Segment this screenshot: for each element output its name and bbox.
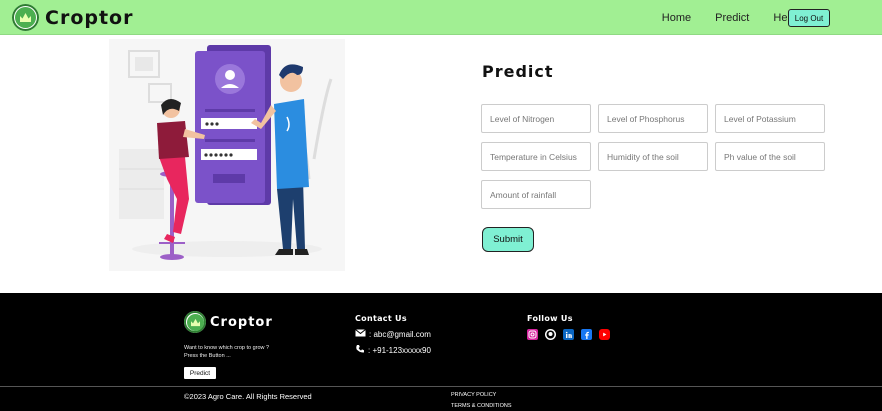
phosphorus-input[interactable]: Level of Phosphorus	[598, 104, 708, 133]
instagram-icon[interactable]	[527, 329, 538, 340]
footer-brand: Croptor	[184, 311, 273, 333]
nav-home-link[interactable]: Home	[662, 12, 691, 24]
facebook-icon[interactable]	[581, 329, 592, 340]
footer-predict-button[interactable]: Predict	[184, 367, 216, 379]
login-illustration	[109, 39, 345, 271]
footer-brand-name: Croptor	[210, 314, 273, 330]
contact-email-text: : abc@gmail.com	[369, 329, 431, 339]
envelope-icon	[355, 329, 366, 339]
contact-heading: Contact Us	[355, 314, 407, 323]
brand[interactable]: Croptor	[12, 4, 133, 31]
leaf-logo-icon	[184, 311, 206, 333]
footer-tagline: Want to know which crop to grow ? Press …	[184, 344, 269, 360]
footer: Croptor Want to know which crop to grow …	[0, 293, 882, 411]
nitrogen-input[interactable]: Level of Nitrogen	[481, 104, 591, 133]
github-icon[interactable]	[545, 329, 556, 340]
footer-tagline-line-1: Want to know which crop to grow ?	[184, 345, 270, 351]
ph-input[interactable]: Ph value of the soil	[715, 142, 825, 171]
predict-form-title: Predict	[482, 62, 554, 81]
phone-icon	[355, 344, 365, 356]
footer-tagline-line-2: Press the Button ...	[184, 353, 231, 359]
linkedin-icon[interactable]	[563, 329, 574, 340]
brand-name: Croptor	[45, 6, 134, 29]
terms-conditions-link[interactable]: TERMS & CONDITIONS	[451, 403, 512, 409]
submit-button[interactable]: Submit	[482, 227, 534, 252]
contact-phone[interactable]: : +91-123xxxxx90	[355, 344, 431, 356]
navbar: Croptor Home Predict Help Log Out	[0, 0, 882, 35]
social-links	[527, 329, 610, 340]
privacy-policy-link[interactable]: PRIVACY POLICY	[451, 392, 496, 398]
temperature-input[interactable]: Temperature in Celsius	[481, 142, 591, 171]
nav-predict-link[interactable]: Predict	[715, 12, 749, 24]
logout-button[interactable]: Log Out	[788, 9, 830, 27]
potassium-input[interactable]: Level of Potassium	[715, 104, 825, 133]
copyright-text: ©2023 Agro Care. All Rights Reserved	[184, 392, 312, 401]
leaf-logo-icon	[12, 4, 39, 31]
contact-email[interactable]: : abc@gmail.com	[355, 329, 431, 339]
footer-divider	[0, 386, 882, 387]
contact-phone-text: : +91-123xxxxx90	[368, 345, 431, 355]
youtube-icon[interactable]	[599, 329, 610, 340]
rainfall-input[interactable]: Amount of rainfall	[481, 180, 591, 209]
follow-heading: Follow Us	[527, 314, 573, 323]
humidity-input[interactable]: Humidity of the soil	[598, 142, 708, 171]
